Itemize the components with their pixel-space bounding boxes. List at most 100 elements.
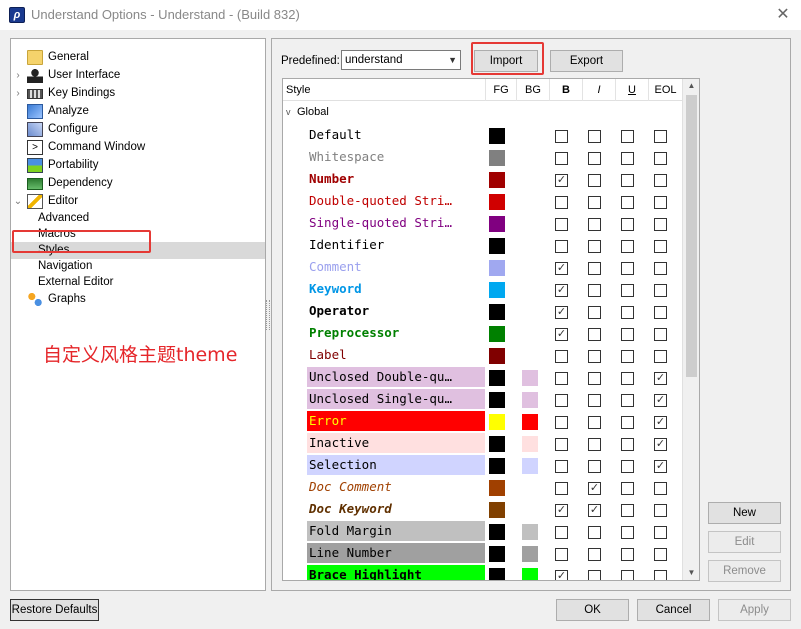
fg-color-swatch[interactable] xyxy=(489,238,505,254)
tree-item-macros[interactable]: Macros xyxy=(11,226,265,243)
scroll-down-icon[interactable]: ▼ xyxy=(683,566,700,580)
splitter-handle[interactable] xyxy=(266,300,270,330)
table-row[interactable]: Double-quoted Stri… xyxy=(283,190,683,212)
checkbox-b[interactable] xyxy=(555,240,568,253)
checkbox-eol[interactable] xyxy=(654,482,667,495)
checkbox-u[interactable] xyxy=(621,306,634,319)
predefined-select[interactable]: understand ▼ xyxy=(341,50,461,70)
checkbox-eol[interactable] xyxy=(654,130,667,143)
options-tree[interactable]: General › User Interface › Key Bindings Analy… xyxy=(10,38,266,591)
tree-item-external-editor[interactable]: External Editor xyxy=(11,274,265,291)
fg-color-swatch[interactable] xyxy=(489,392,505,408)
fg-color-swatch[interactable] xyxy=(489,304,505,320)
restore-defaults-button[interactable]: Restore Defaults xyxy=(10,599,99,621)
bg-color-swatch[interactable] xyxy=(522,392,538,408)
tree-item-advanced[interactable]: Advanced xyxy=(11,210,265,227)
fg-color-swatch[interactable] xyxy=(489,524,505,540)
checkbox-u[interactable] xyxy=(621,394,634,407)
checkbox-u[interactable] xyxy=(621,372,634,385)
ok-button[interactable]: OK xyxy=(556,599,629,621)
fg-color-swatch[interactable] xyxy=(489,480,505,496)
checkbox-i[interactable]: ✓ xyxy=(588,504,601,517)
checkbox-u[interactable] xyxy=(621,350,634,363)
fg-color-swatch[interactable] xyxy=(489,414,505,430)
checkbox-eol[interactable] xyxy=(654,570,667,580)
checkbox-b[interactable] xyxy=(555,372,568,385)
checkbox-i[interactable] xyxy=(588,284,601,297)
fg-color-swatch[interactable] xyxy=(489,216,505,232)
checkbox-eol[interactable] xyxy=(654,350,667,363)
checkbox-eol[interactable]: ✓ xyxy=(654,394,667,407)
fg-color-swatch[interactable] xyxy=(489,436,505,452)
checkbox-b[interactable] xyxy=(555,526,568,539)
export-button[interactable]: Export xyxy=(550,50,623,72)
table-row[interactable]: Identifier xyxy=(283,234,683,256)
table-row[interactable]: Inactive ✓ xyxy=(283,432,683,454)
tree-item-graphs[interactable]: Graphs xyxy=(11,291,265,308)
fg-color-swatch[interactable] xyxy=(489,546,505,562)
checkbox-eol[interactable] xyxy=(654,218,667,231)
checkbox-u[interactable] xyxy=(621,504,634,517)
table-row[interactable]: Unclosed Double-qu… ✓ xyxy=(283,366,683,388)
checkbox-b[interactable] xyxy=(555,130,568,143)
col-fg[interactable]: FG xyxy=(486,79,517,101)
checkbox-eol[interactable] xyxy=(654,174,667,187)
checkbox-eol[interactable]: ✓ xyxy=(654,438,667,451)
table-row[interactable]: Single-quoted Stri… xyxy=(283,212,683,234)
checkbox-eol[interactable] xyxy=(654,152,667,165)
checkbox-b[interactable] xyxy=(555,196,568,209)
new-button[interactable]: New xyxy=(708,502,781,524)
checkbox-u[interactable] xyxy=(621,460,634,473)
checkbox-eol[interactable] xyxy=(654,548,667,561)
chevron-right-icon[interactable]: › xyxy=(13,85,23,102)
tree-item-general[interactable]: General xyxy=(11,49,265,66)
checkbox-u[interactable] xyxy=(621,152,634,165)
checkbox-u[interactable] xyxy=(621,526,634,539)
checkbox-i[interactable] xyxy=(588,394,601,407)
fg-color-swatch[interactable] xyxy=(489,568,505,580)
checkbox-i[interactable] xyxy=(588,218,601,231)
tree-item-portability[interactable]: Portability xyxy=(11,157,265,174)
fg-color-swatch[interactable] xyxy=(489,348,505,364)
tree-item-navigation[interactable]: Navigation xyxy=(11,258,265,275)
checkbox-i[interactable] xyxy=(588,372,601,385)
checkbox-eol[interactable]: ✓ xyxy=(654,372,667,385)
fg-color-swatch[interactable] xyxy=(489,194,505,210)
tree-item-configure[interactable]: Configure xyxy=(11,121,265,138)
checkbox-b[interactable]: ✓ xyxy=(555,284,568,297)
col-style[interactable]: Style xyxy=(283,79,486,101)
tree-item-user-interface[interactable]: › User Interface xyxy=(11,67,265,84)
checkbox-u[interactable] xyxy=(621,130,634,143)
checkbox-b[interactable]: ✓ xyxy=(555,328,568,341)
remove-button[interactable]: Remove xyxy=(708,560,781,582)
checkbox-u[interactable] xyxy=(621,416,634,429)
checkbox-b[interactable]: ✓ xyxy=(555,504,568,517)
checkbox-eol[interactable]: ✓ xyxy=(654,416,667,429)
fg-color-swatch[interactable] xyxy=(489,370,505,386)
fg-color-swatch[interactable] xyxy=(489,458,505,474)
checkbox-u[interactable] xyxy=(621,438,634,451)
checkbox-i[interactable] xyxy=(588,460,601,473)
checkbox-eol[interactable] xyxy=(654,196,667,209)
checkbox-eol[interactable] xyxy=(654,504,667,517)
table-row[interactable]: Fold Margin xyxy=(283,520,683,542)
checkbox-b[interactable] xyxy=(555,548,568,561)
table-row[interactable]: Doc Comment ✓ xyxy=(283,476,683,498)
checkbox-i[interactable] xyxy=(588,240,601,253)
fg-color-swatch[interactable] xyxy=(489,502,505,518)
checkbox-i[interactable] xyxy=(588,548,601,561)
fg-color-swatch[interactable] xyxy=(489,282,505,298)
tree-item-key-bindings[interactable]: › Key Bindings xyxy=(11,85,265,102)
scroll-up-icon[interactable]: ▲ xyxy=(683,79,700,93)
fg-color-swatch[interactable] xyxy=(489,326,505,342)
scroll-thumb[interactable] xyxy=(686,95,697,377)
col-bg[interactable]: BG xyxy=(517,79,550,101)
checkbox-b[interactable] xyxy=(555,460,568,473)
tree-item-editor[interactable]: ⌄ Editor xyxy=(11,193,265,210)
col-italic[interactable]: I xyxy=(583,79,616,101)
table-row[interactable]: Doc Keyword ✓ ✓ xyxy=(283,498,683,520)
fg-color-swatch[interactable] xyxy=(489,128,505,144)
fg-color-swatch[interactable] xyxy=(489,260,505,276)
checkbox-i[interactable] xyxy=(588,416,601,429)
checkbox-eol[interactable] xyxy=(654,284,667,297)
